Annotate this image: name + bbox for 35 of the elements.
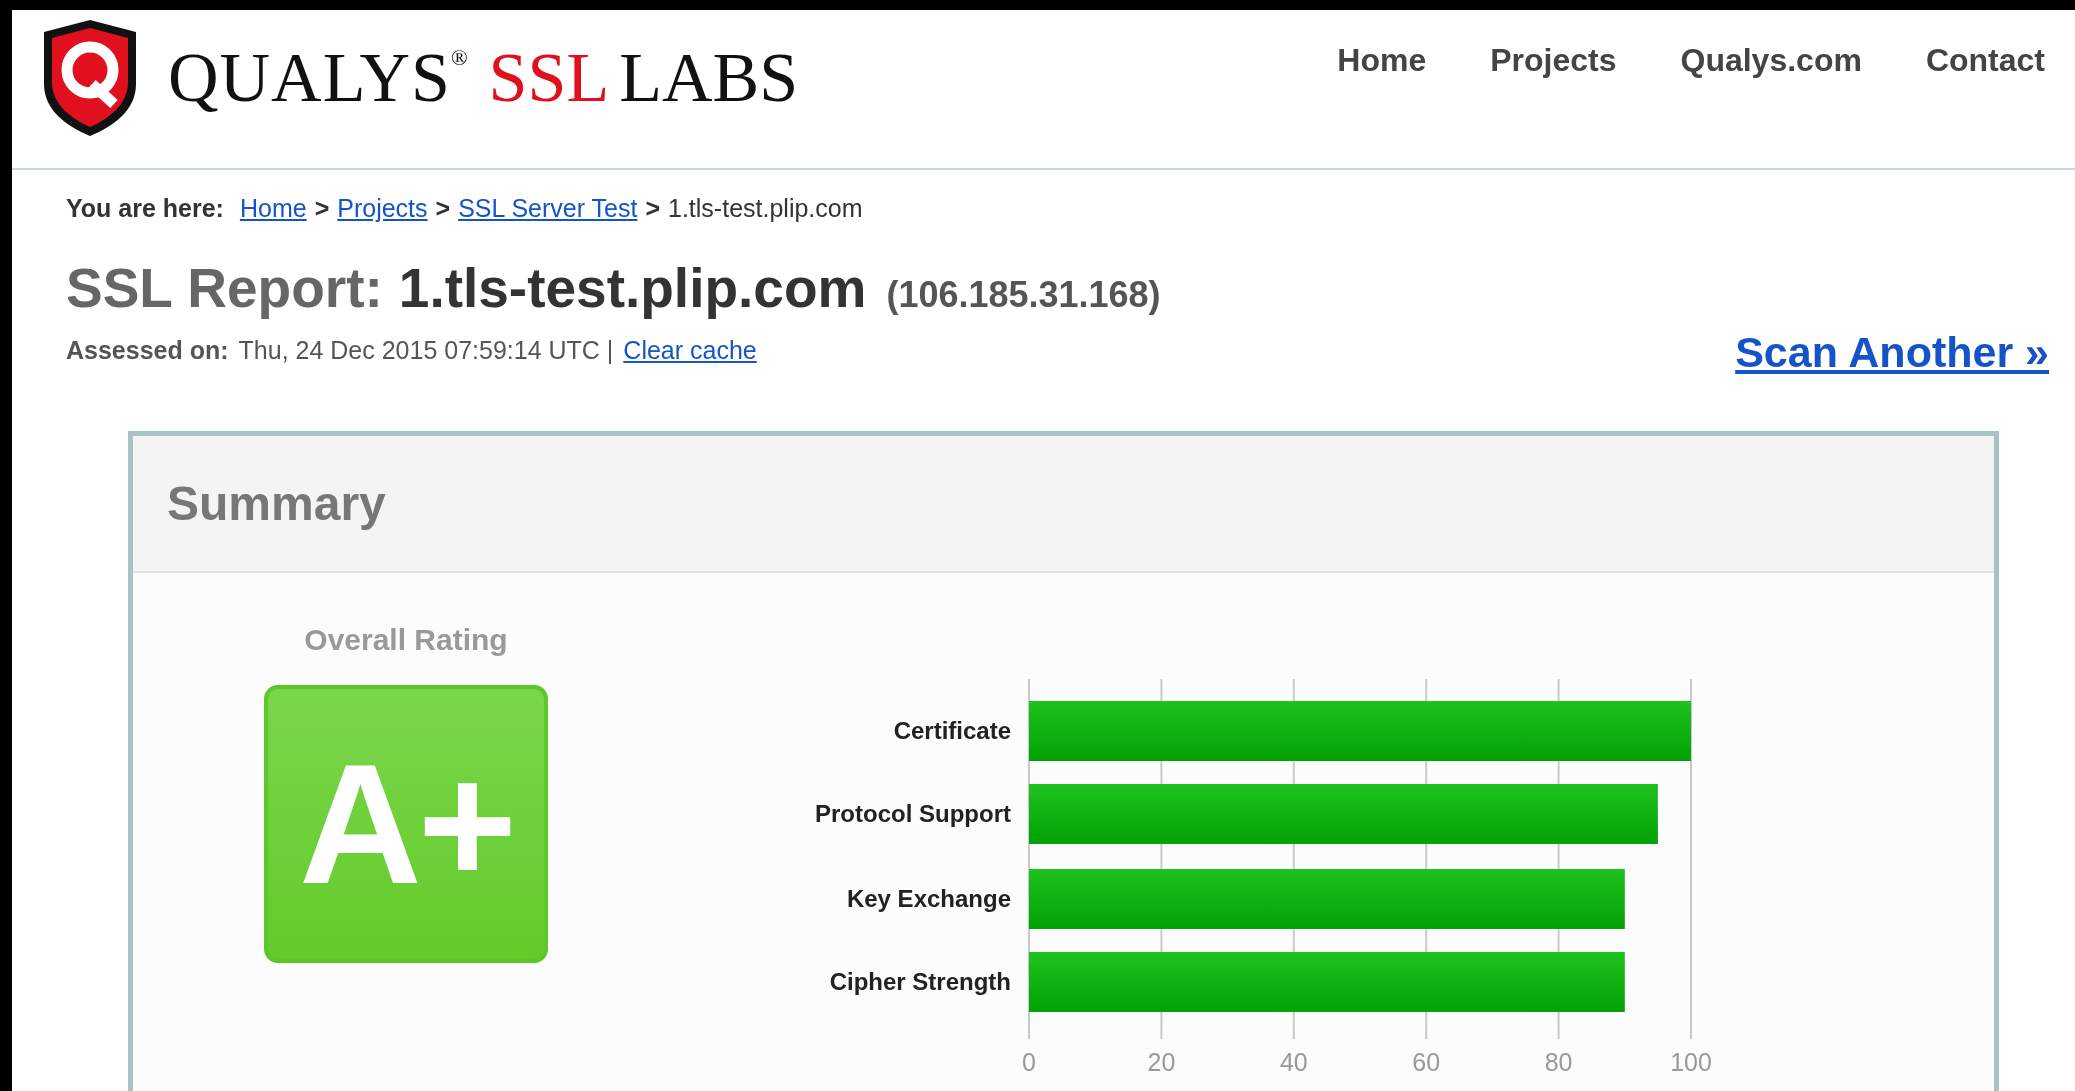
bar-label: Cipher Strength (829, 968, 1011, 995)
assessed-date: Thu, 24 Dec 2015 07:59:14 UTC | (238, 336, 614, 365)
axis-tick-label: 40 (1279, 1048, 1308, 1076)
report-ip: (106.185.31.168) (886, 274, 1161, 316)
breadcrumb-separator: > (435, 194, 451, 223)
logo-brand: QUALYS$^{®}$ (168, 38, 469, 118)
report-title: SSL Report: (66, 256, 383, 320)
rating-label: Overall Rating (304, 623, 508, 657)
breadcrumb-current: 1.tls-test.plip.com (668, 194, 863, 223)
scan-another-link[interactable]: Scan Another » (1735, 328, 2049, 377)
bar-label: Certificate (893, 717, 1011, 744)
nav-link[interactable]: Home (1337, 42, 1427, 82)
breadcrumb-separator: > (314, 194, 330, 223)
nav-link[interactable]: Projects (1490, 42, 1617, 82)
nav-link[interactable]: Contact (1925, 42, 2045, 82)
breadcrumb-link[interactable]: SSL Server Test (458, 194, 638, 223)
bar-label: Protocol Support (815, 800, 1011, 827)
breadcrumb-link[interactable]: Home (239, 194, 307, 223)
summary-title: Summary (167, 476, 386, 531)
logo-product-name: SSL (488, 38, 610, 118)
axis-tick-label: 80 (1544, 1048, 1573, 1076)
bar-label: Key Exchange (846, 885, 1011, 912)
nav-link[interactable]: Qualys.com (1680, 42, 1862, 82)
assessed-label: Assessed on: (66, 336, 229, 365)
axis-tick-label: 60 (1412, 1048, 1441, 1076)
report-host: 1.tls-test.plip.com (398, 256, 867, 320)
breadcrumb-label: You are here: (66, 194, 224, 223)
axis-tick-label: 20 (1147, 1048, 1176, 1076)
axis-tick-label: 100 (1670, 1048, 1712, 1076)
grade-badge: A+ (264, 685, 548, 963)
breadcrumb-link[interactable]: Projects (337, 194, 428, 223)
clear-cache-link[interactable]: Clear cache (623, 336, 757, 365)
breadcrumb-separator: > (645, 194, 660, 223)
axis-tick-label: 0 (1022, 1048, 1036, 1076)
logo-product-name: LABS (619, 38, 799, 118)
